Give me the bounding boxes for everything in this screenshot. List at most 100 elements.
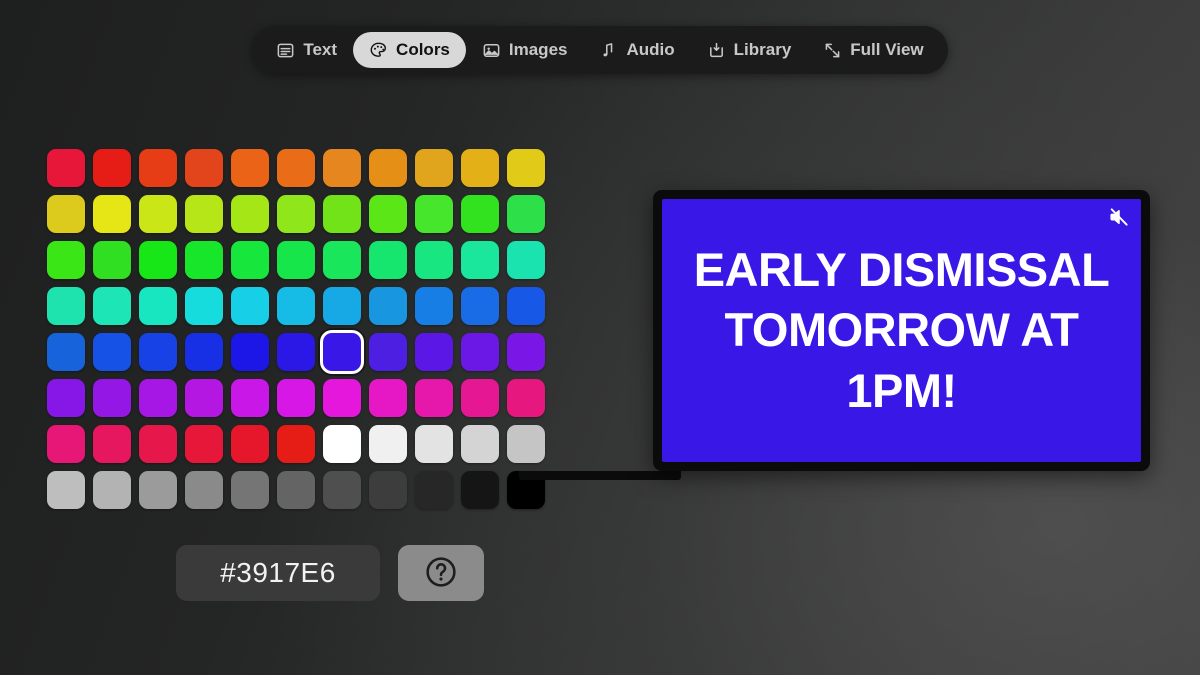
color-swatch[interactable] bbox=[47, 149, 85, 187]
color-swatch[interactable] bbox=[369, 333, 407, 371]
color-swatch[interactable] bbox=[507, 425, 545, 463]
expand-arrows-icon bbox=[823, 41, 842, 60]
color-swatch[interactable] bbox=[369, 149, 407, 187]
color-swatch[interactable] bbox=[277, 379, 315, 417]
color-swatch[interactable] bbox=[277, 195, 315, 233]
color-swatch[interactable] bbox=[415, 149, 453, 187]
color-swatch[interactable] bbox=[185, 379, 223, 417]
color-swatch[interactable] bbox=[185, 471, 223, 509]
tv-preview[interactable]: EARLY DISMISSAL TOMORROW AT 1PM! bbox=[653, 190, 1150, 471]
tab-full-view[interactable]: Full View bbox=[807, 32, 939, 68]
color-swatch[interactable] bbox=[415, 333, 453, 371]
color-swatch[interactable] bbox=[231, 425, 269, 463]
color-swatch[interactable] bbox=[185, 425, 223, 463]
color-swatch[interactable] bbox=[231, 379, 269, 417]
color-swatch[interactable] bbox=[323, 287, 361, 325]
color-swatch[interactable] bbox=[507, 287, 545, 325]
color-swatch[interactable] bbox=[415, 287, 453, 325]
color-swatch[interactable] bbox=[139, 471, 177, 509]
color-swatch[interactable] bbox=[507, 149, 545, 187]
color-swatch[interactable] bbox=[323, 333, 361, 371]
color-swatch[interactable] bbox=[185, 333, 223, 371]
color-swatch[interactable] bbox=[369, 241, 407, 279]
color-swatch[interactable] bbox=[47, 425, 85, 463]
color-swatch[interactable] bbox=[139, 287, 177, 325]
help-button[interactable] bbox=[398, 545, 484, 601]
tab-text[interactable]: Text bbox=[260, 32, 353, 68]
color-swatch[interactable] bbox=[277, 241, 315, 279]
color-swatch[interactable] bbox=[47, 241, 85, 279]
color-swatch[interactable] bbox=[507, 379, 545, 417]
color-swatch[interactable] bbox=[277, 287, 315, 325]
color-swatch[interactable] bbox=[139, 379, 177, 417]
color-swatch[interactable] bbox=[185, 195, 223, 233]
color-swatch[interactable] bbox=[277, 425, 315, 463]
color-swatch[interactable] bbox=[185, 149, 223, 187]
color-swatch[interactable] bbox=[231, 241, 269, 279]
color-swatch[interactable] bbox=[507, 195, 545, 233]
color-swatch[interactable] bbox=[323, 149, 361, 187]
color-swatch[interactable] bbox=[415, 425, 453, 463]
tab-text-label: Text bbox=[303, 40, 338, 59]
color-swatch[interactable] bbox=[461, 149, 499, 187]
color-swatch[interactable] bbox=[93, 287, 131, 325]
color-swatch[interactable] bbox=[507, 241, 545, 279]
color-swatch[interactable] bbox=[139, 241, 177, 279]
color-swatch[interactable] bbox=[369, 471, 407, 509]
color-swatch[interactable] bbox=[93, 379, 131, 417]
color-swatch[interactable] bbox=[47, 195, 85, 233]
color-swatch[interactable] bbox=[461, 195, 499, 233]
tab-library[interactable]: Library bbox=[691, 32, 808, 68]
color-swatch[interactable] bbox=[323, 425, 361, 463]
color-swatch[interactable] bbox=[415, 241, 453, 279]
color-swatch[interactable] bbox=[369, 287, 407, 325]
color-swatch[interactable] bbox=[323, 195, 361, 233]
color-swatch[interactable] bbox=[47, 379, 85, 417]
color-swatch[interactable] bbox=[415, 471, 453, 509]
tab-images[interactable]: Images bbox=[466, 32, 584, 68]
color-swatch[interactable] bbox=[507, 333, 545, 371]
color-swatch[interactable] bbox=[461, 379, 499, 417]
color-swatch[interactable] bbox=[415, 195, 453, 233]
color-swatch[interactable] bbox=[231, 287, 269, 325]
speaker-muted-icon[interactable] bbox=[1108, 206, 1130, 228]
color-palette-grid bbox=[47, 149, 545, 509]
color-swatch[interactable] bbox=[185, 287, 223, 325]
hex-color-input[interactable]: #3917E6 bbox=[176, 545, 380, 601]
tab-audio[interactable]: Audio bbox=[583, 32, 690, 68]
color-swatch[interactable] bbox=[461, 471, 499, 509]
color-swatch[interactable] bbox=[93, 241, 131, 279]
color-swatch[interactable] bbox=[93, 195, 131, 233]
color-swatch[interactable] bbox=[139, 195, 177, 233]
color-swatch[interactable] bbox=[47, 287, 85, 325]
color-swatch[interactable] bbox=[461, 425, 499, 463]
color-swatch[interactable] bbox=[231, 333, 269, 371]
color-swatch[interactable] bbox=[93, 149, 131, 187]
color-swatch[interactable] bbox=[47, 333, 85, 371]
color-swatch[interactable] bbox=[185, 241, 223, 279]
color-swatch[interactable] bbox=[277, 333, 315, 371]
color-swatch[interactable] bbox=[93, 425, 131, 463]
tab-colors[interactable]: Colors bbox=[353, 32, 466, 68]
color-swatch[interactable] bbox=[47, 471, 85, 509]
color-swatch[interactable] bbox=[277, 471, 315, 509]
color-swatch[interactable] bbox=[369, 425, 407, 463]
color-swatch[interactable] bbox=[461, 241, 499, 279]
color-swatch[interactable] bbox=[139, 333, 177, 371]
color-swatch[interactable] bbox=[369, 195, 407, 233]
color-swatch[interactable] bbox=[461, 333, 499, 371]
color-swatch[interactable] bbox=[369, 379, 407, 417]
color-swatch[interactable] bbox=[139, 425, 177, 463]
color-swatch[interactable] bbox=[323, 471, 361, 509]
color-swatch[interactable] bbox=[323, 241, 361, 279]
color-swatch[interactable] bbox=[277, 149, 315, 187]
color-swatch[interactable] bbox=[323, 379, 361, 417]
color-swatch[interactable] bbox=[231, 195, 269, 233]
color-swatch[interactable] bbox=[415, 379, 453, 417]
color-swatch[interactable] bbox=[231, 471, 269, 509]
color-swatch[interactable] bbox=[461, 287, 499, 325]
color-swatch[interactable] bbox=[139, 149, 177, 187]
color-swatch[interactable] bbox=[93, 471, 131, 509]
color-swatch[interactable] bbox=[93, 333, 131, 371]
color-swatch[interactable] bbox=[231, 149, 269, 187]
